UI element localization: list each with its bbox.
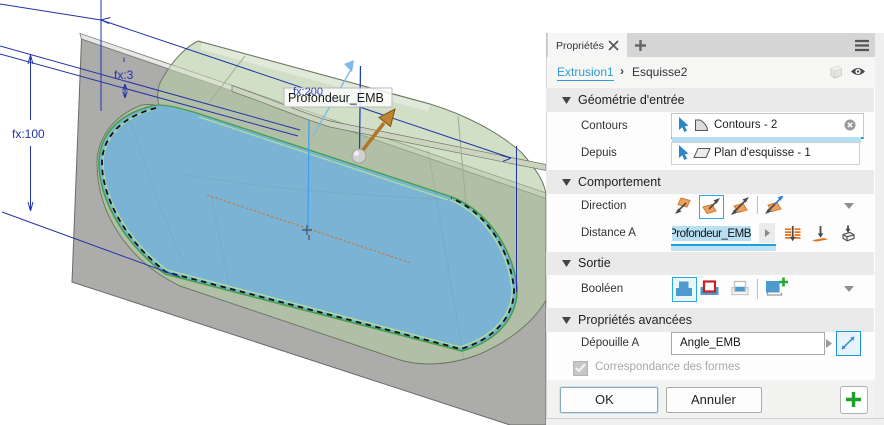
svg-text:fx:3: fx:3 xyxy=(114,68,134,82)
svg-text:fx:100: fx:100 xyxy=(12,127,45,141)
svg-text:Profondeur_EMB: Profondeur_EMB xyxy=(288,91,384,105)
